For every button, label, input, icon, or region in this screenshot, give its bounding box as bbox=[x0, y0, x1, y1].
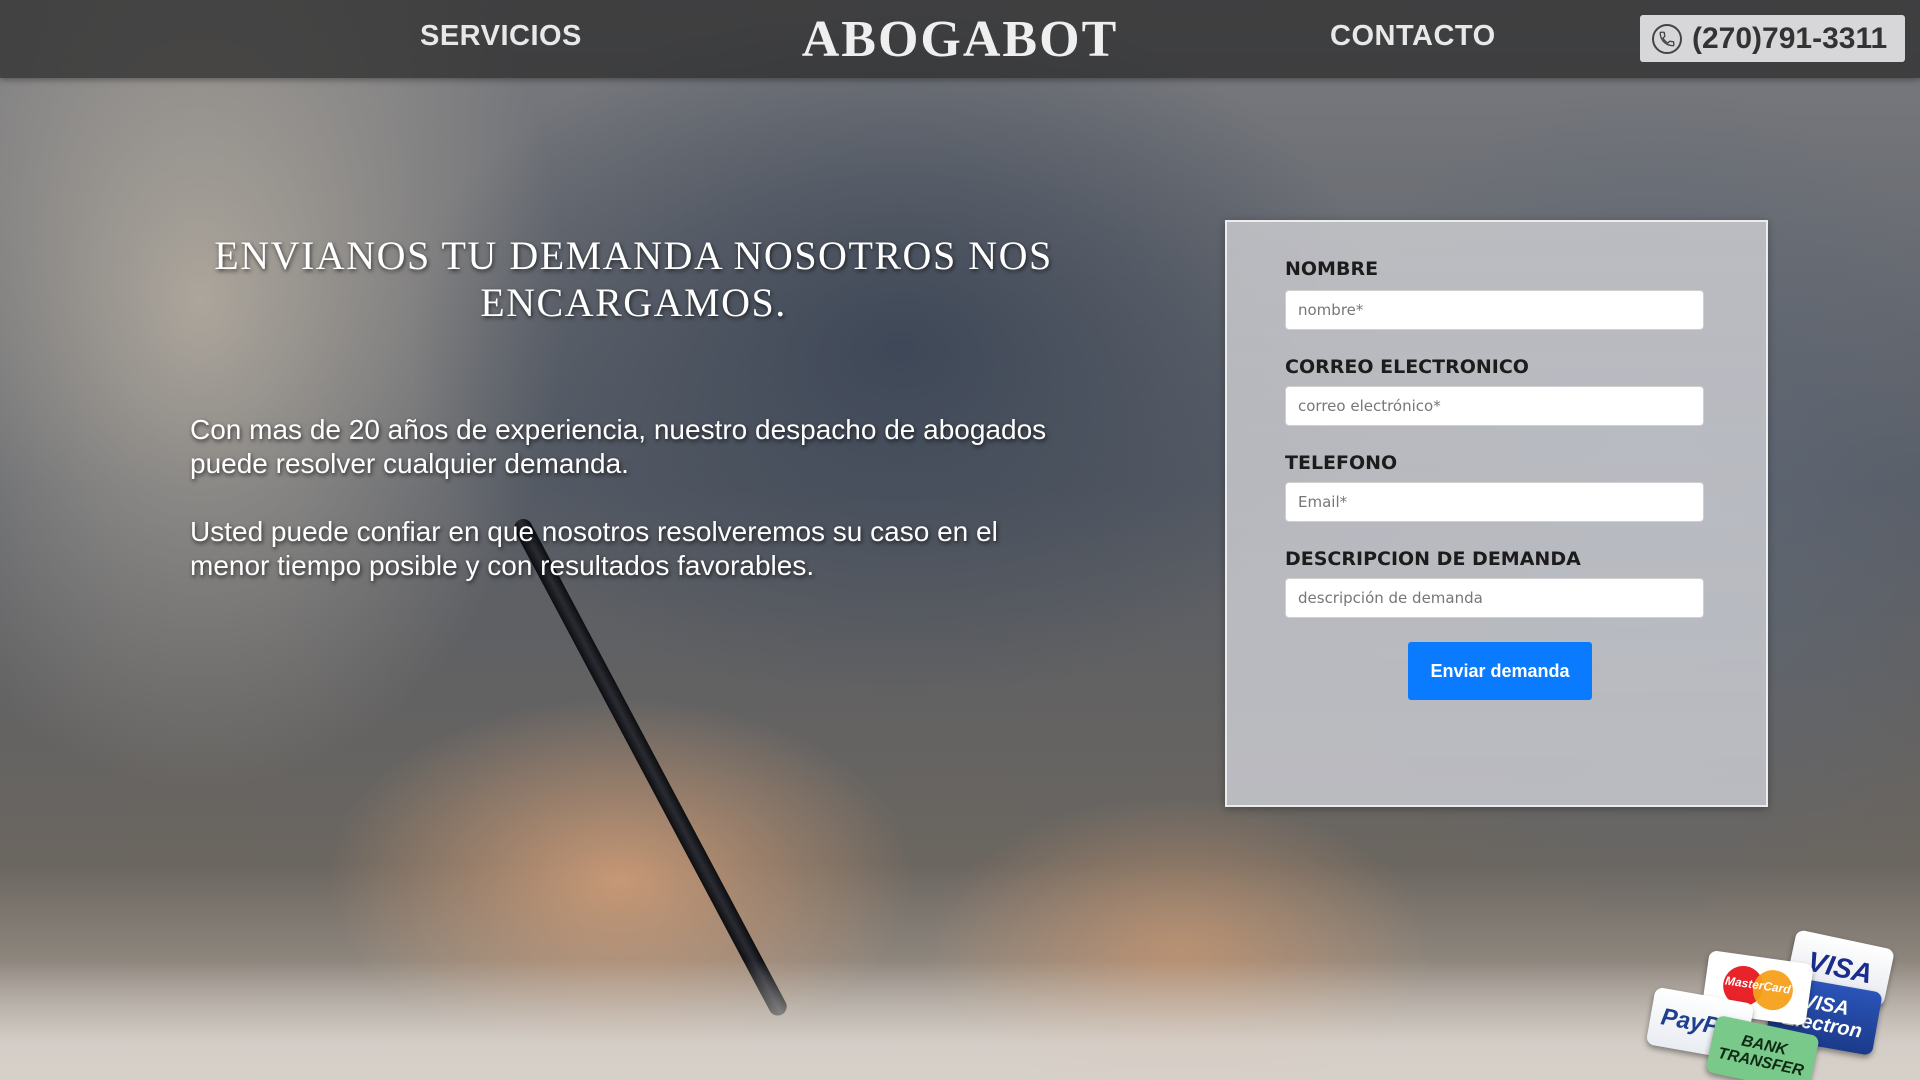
label-telefono: TELEFONO bbox=[1285, 452, 1398, 474]
phone-number-text: (270)791-3311 bbox=[1692, 21, 1888, 55]
hero-paragraph-experience: Con mas de 20 años de experiencia, nuest… bbox=[190, 414, 1047, 479]
payment-methods-badge: VISA VISA Electron MasterCard PayPal BAN… bbox=[1640, 925, 1900, 1080]
nav-link-contacto[interactable]: CONTACTO bbox=[1330, 20, 1496, 53]
logo-text[interactable]: ABOGABOT bbox=[802, 11, 1119, 68]
label-nombre: NOMBRE bbox=[1285, 258, 1379, 280]
correo-electronico-input[interactable] bbox=[1285, 386, 1704, 426]
nav-link-servicios[interactable]: SERVICIOS bbox=[420, 20, 582, 53]
background-pen-image bbox=[511, 515, 790, 1019]
label-descripcion-demanda: DESCRIPCION DE DEMANDA bbox=[1285, 548, 1581, 570]
label-correo-electronico: CORREO ELECTRONICO bbox=[1285, 356, 1529, 378]
page-background: ABOGABOT SERVICIOS CONTACTO (270)791-331… bbox=[0, 0, 1920, 1080]
top-navigation-bar: ABOGABOT SERVICIOS CONTACTO (270)791-331… bbox=[0, 0, 1920, 78]
background-paper-image bbox=[0, 960, 1920, 1080]
phone-number-button[interactable]: (270)791-3311 bbox=[1640, 15, 1905, 62]
site-logo: ABOGABOT bbox=[0, 10, 1920, 69]
nombre-input[interactable] bbox=[1285, 290, 1704, 330]
phone-icon bbox=[1652, 23, 1682, 54]
telefono-input[interactable] bbox=[1285, 482, 1704, 522]
demand-form: NOMBRE CORREO ELECTRONICO TELEFONO DESCR… bbox=[1225, 220, 1768, 807]
enviar-demanda-button[interactable]: Enviar demanda bbox=[1408, 642, 1592, 700]
hero-paragraph-trust: Usted puede confiar en que nosotros reso… bbox=[190, 516, 998, 581]
hero-title: ENVIANOS TU DEMANDA NOSOTROS NOS ENCARGA… bbox=[214, 233, 1053, 325]
descripcion-demanda-input[interactable] bbox=[1285, 578, 1704, 618]
